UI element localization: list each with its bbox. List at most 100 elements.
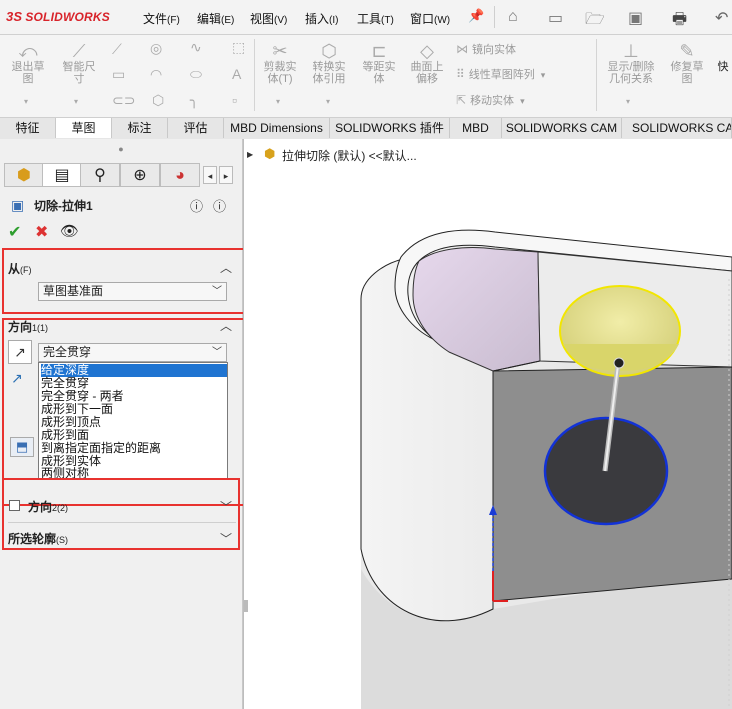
exit-sketch-icon: ⤺ xyxy=(18,41,38,61)
point-icon[interactable]: ▫ xyxy=(232,92,237,108)
featuremanager-tab[interactable]: ⬢ xyxy=(4,163,44,187)
menu-file[interactable]: 文件(F) xyxy=(143,10,180,27)
drag-handle-knob[interactable] xyxy=(613,357,625,369)
offset-surface-label: 曲面上 偏移 xyxy=(410,61,444,85)
relations-label: 显示/删除 几何关系 xyxy=(607,61,655,85)
menu-edit[interactable]: 编辑(E) xyxy=(197,10,234,27)
configurationmanager-tab[interactable]: ⚲ xyxy=(80,163,120,187)
menu-edit-label: 编辑 xyxy=(197,12,222,26)
text-icon[interactable]: A xyxy=(232,66,241,82)
offset-on-surface-button[interactable]: ◇ 曲面上 偏移 xyxy=(404,41,450,85)
what-is-new-icon[interactable]: ⓘ xyxy=(213,196,226,215)
menu-insert-accel: (I) xyxy=(329,15,339,26)
offset-label: 等距实 体 xyxy=(362,61,396,85)
toolbar-separator xyxy=(254,39,255,111)
exit-sketch-label: 退出草 图 xyxy=(11,61,45,85)
line-icon[interactable]: ⟋ xyxy=(112,41,122,58)
panel-tab-next-icon[interactable]: ▸ xyxy=(219,166,233,184)
tab-solidworks-addins[interactable]: SOLIDWORKS 插件 xyxy=(330,118,450,138)
mirror-label: 镜向实体 xyxy=(472,44,516,56)
model-viewport[interactable] xyxy=(243,139,732,709)
smart-dimension-icon: ⟋ xyxy=(72,41,86,61)
menu-file-accel: (F) xyxy=(167,15,180,26)
exit-sketch-dropdown-icon[interactable]: ▾ xyxy=(24,97,28,106)
cancel-x-icon[interactable]: ✖ xyxy=(35,222,48,242)
mirror-entities-button[interactable]: ⋈ 镜向实体 xyxy=(456,41,516,57)
dimxpert-tab[interactable]: ⊕ xyxy=(120,163,160,187)
undo-icon[interactable]: ↶ xyxy=(715,8,728,28)
convert-label: 转换实 体引用 xyxy=(312,61,346,85)
polygon-icon[interactable]: ⬡ xyxy=(152,92,164,109)
smart-dimension-label: 智能尺 寸 xyxy=(62,61,96,85)
exit-sketch-button[interactable]: ⤺ 退出草 图 xyxy=(6,41,50,85)
linear-pattern-button[interactable]: ⠿ 线性草图阵列 ▾ xyxy=(456,66,545,82)
repair-sketch-button[interactable]: ✎ 修复草 图 xyxy=(664,41,710,85)
linear-pattern-dropdown-icon: ▾ xyxy=(540,70,546,80)
highlight-box-from xyxy=(2,248,254,314)
trim-dropdown-icon[interactable]: ▾ xyxy=(276,97,280,106)
print-icon[interactable]: 🖶 xyxy=(672,8,687,35)
relations-dropdown-icon[interactable]: ▾ xyxy=(626,97,630,106)
save-icon[interactable]: ▣ xyxy=(628,8,643,28)
convert-entities-button[interactable]: ⬡ 转换实 体引用 xyxy=(306,41,352,85)
fillet-icon[interactable]: ╮ xyxy=(190,92,198,109)
open-folder-icon[interactable]: 🗁 xyxy=(585,8,605,35)
quick-snaps-button[interactable]: 快 xyxy=(716,61,730,73)
menu-view-accel: (V) xyxy=(274,15,288,26)
arc-icon[interactable]: ◠ xyxy=(150,66,162,83)
rectangle-icon[interactable]: ▭ xyxy=(112,66,125,83)
menu-tools[interactable]: 工具(T) xyxy=(357,10,394,27)
panel-resize-grip[interactable] xyxy=(244,600,248,612)
ok-checkmark-icon[interactable]: ✔ xyxy=(8,222,21,242)
smart-dim-dropdown-icon[interactable]: ▾ xyxy=(74,97,78,106)
crosshair-icon: ⊕ xyxy=(133,167,147,184)
configuration-icon: ⚲ xyxy=(94,167,106,184)
toolbar-separator xyxy=(596,39,597,111)
display-manager-tab[interactable]: ◕ xyxy=(160,163,200,187)
display-delete-relations-button[interactable]: ⊥ 显示/删除 几何关系 xyxy=(600,41,662,85)
slot-icon[interactable]: ⊂⊃ xyxy=(112,92,135,109)
feature-tree-flyout[interactable]: 拉伸切除 (默认) <<默认... xyxy=(282,147,417,164)
relations-icon: ⊥ xyxy=(623,41,639,61)
plane-icon[interactable]: ⬚ xyxy=(232,39,245,56)
help-icon[interactable]: ⓘ xyxy=(190,196,203,215)
tab-solidworks-cam-2[interactable]: SOLIDWORKS CAM xyxy=(622,118,732,138)
panel-splitter-handle[interactable]: ● xyxy=(0,139,242,159)
tab-sketch[interactable]: 草图 xyxy=(56,118,112,138)
move-label: 移动实体 xyxy=(470,95,515,107)
move-entities-button[interactable]: ⇱ 移动实体 ▾ xyxy=(456,92,525,108)
menu-insert[interactable]: 插入(I) xyxy=(305,10,338,27)
graphics-area[interactable] xyxy=(243,139,732,709)
ds-logo-mark: 3S xyxy=(6,9,23,24)
tab-solidworks-cam[interactable]: SOLIDWORKS CAM xyxy=(502,118,622,138)
ellipse-icon[interactable]: ⬭ xyxy=(190,66,202,83)
tab-markup[interactable]: 标注 xyxy=(112,118,168,138)
offset-icon: ⊏ xyxy=(371,41,387,61)
menu-view-label: 视图 xyxy=(250,12,275,26)
convert-dropdown-icon[interactable]: ▾ xyxy=(326,97,330,106)
menu-edit-accel: (E) xyxy=(221,15,235,26)
pin-icon[interactable]: 📌 xyxy=(468,8,484,24)
trim-entities-button[interactable]: ✂ 剪裁实 体(T) xyxy=(258,41,302,85)
panel-tab-prev-icon[interactable]: ◂ xyxy=(203,166,217,184)
tab-mbd[interactable]: MBD xyxy=(450,118,502,138)
spline-icon[interactable]: ∿ xyxy=(190,39,202,56)
featuremanager-icon: ⬢ xyxy=(17,167,31,184)
propertymanager-tab[interactable]: ▤ xyxy=(42,163,82,187)
new-document-icon[interactable]: ▭ xyxy=(548,8,563,28)
tab-features[interactable]: 特征 xyxy=(0,118,56,138)
tab-evaluate[interactable]: 评估 xyxy=(168,118,224,138)
linear-pattern-label: 线性草图阵列 xyxy=(468,69,535,81)
preview-eye-icon[interactable]: 👁 xyxy=(60,222,79,240)
tree-expand-arrow-icon[interactable]: ▶ xyxy=(247,150,253,159)
tab-mbd-dimensions[interactable]: MBD Dimensions xyxy=(224,118,330,138)
smart-dimension-button[interactable]: ⟋ 智能尺 寸 xyxy=(56,41,102,85)
quick-snaps-label: 快 xyxy=(717,61,729,73)
home-icon[interactable]: ⌂ xyxy=(508,8,518,26)
offset-entities-button[interactable]: ⊏ 等距实 体 xyxy=(356,41,402,85)
menu-view[interactable]: 视图(V) xyxy=(250,10,287,27)
circle-icon[interactable]: ◎ xyxy=(150,40,162,57)
menu-tools-accel: (T) xyxy=(381,15,394,26)
move-icon: ⇱ xyxy=(456,93,467,107)
menu-window[interactable]: 窗口(W) xyxy=(410,10,450,27)
